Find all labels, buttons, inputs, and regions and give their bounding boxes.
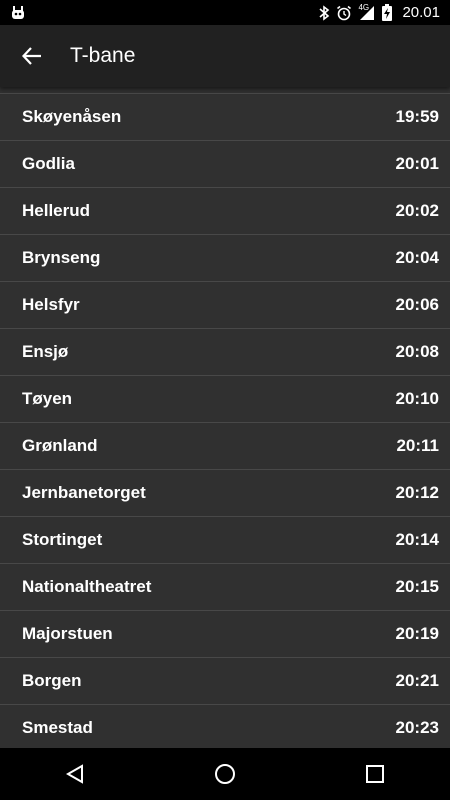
arrow-back-icon bbox=[21, 45, 43, 67]
stop-row[interactable]: Hellerud 20:02 bbox=[0, 188, 450, 235]
stop-name: Skøyenåsen bbox=[22, 107, 122, 126]
stop-name: Majorstuen bbox=[22, 624, 113, 643]
stop-row[interactable]: Godlia 20:01 bbox=[0, 141, 450, 188]
recents-square-icon bbox=[365, 764, 385, 784]
stop-name: Jernbanetorget bbox=[22, 483, 146, 502]
stop-time: 19:59 bbox=[395, 107, 439, 126]
stop-name: Smestad bbox=[22, 718, 93, 737]
stop-row[interactable]: Ensjø 20:08 bbox=[0, 329, 450, 376]
stop-name: Ensjø bbox=[22, 342, 69, 361]
screen: 4G 20.01 T-bane Oppsal19: bbox=[0, 0, 450, 800]
stop-time: 20:11 bbox=[396, 436, 439, 455]
bluetooth-icon bbox=[318, 4, 330, 21]
android-debug-icon bbox=[10, 5, 26, 21]
app-bar: T-bane bbox=[0, 25, 450, 87]
stop-row[interactable]: Brynseng 20:04 bbox=[0, 235, 450, 282]
stop-name: Nationaltheatret bbox=[22, 577, 152, 596]
stop-row[interactable]: Smestad 20:23 bbox=[0, 705, 450, 748]
network-type-label: 4G bbox=[358, 2, 370, 12]
back-triangle-icon bbox=[64, 763, 86, 785]
stop-row[interactable]: Jernbanetorget 20:12 bbox=[0, 470, 450, 517]
stop-row[interactable]: Oppsal19:58 bbox=[0, 87, 450, 94]
page-title: T-bane bbox=[70, 44, 136, 67]
nav-home-button[interactable] bbox=[185, 748, 265, 800]
signal-icon: 4G bbox=[358, 2, 376, 21]
stop-time: 20:15 bbox=[395, 577, 439, 596]
stop-time: 20:04 bbox=[395, 248, 439, 267]
stop-row[interactable]: Borgen 20:21 bbox=[0, 658, 450, 705]
stop-row[interactable]: Majorstuen 20:19 bbox=[0, 611, 450, 658]
stop-row[interactable]: Nationaltheatret 20:15 bbox=[0, 564, 450, 611]
stop-row[interactable]: Tøyen 20:10 bbox=[0, 376, 450, 423]
stop-row[interactable]: Skøyenåsen 19:59 bbox=[0, 94, 450, 141]
battery-charging-icon bbox=[382, 4, 393, 21]
stop-time: 20:01 bbox=[395, 154, 439, 173]
status-time: 20.01 bbox=[402, 4, 440, 21]
stop-time: 20:08 bbox=[395, 342, 439, 361]
stop-time: 20:14 bbox=[395, 530, 439, 549]
home-circle-icon bbox=[213, 762, 237, 786]
stop-name: Grønland bbox=[22, 436, 98, 455]
alarm-icon bbox=[336, 5, 352, 21]
nav-back-button[interactable] bbox=[35, 748, 115, 800]
stop-name: Brynseng bbox=[22, 248, 101, 267]
stop-time: 20:10 bbox=[395, 389, 439, 408]
stop-list-viewport[interactable]: Oppsal19:58 Skøyenåsen 19:59 Godlia 20:01 Hel… bbox=[0, 87, 450, 748]
stop-name: Godlia bbox=[22, 154, 75, 173]
stop-name: Helsfyr bbox=[22, 295, 80, 314]
stop-name: Hellerud bbox=[22, 201, 91, 220]
stop-time: 20:21 bbox=[395, 671, 439, 690]
stop-time: 20:06 bbox=[395, 295, 439, 314]
stop-name: Stortinget bbox=[22, 530, 103, 549]
status-bar: 4G 20.01 bbox=[0, 0, 450, 25]
stop-time: 20:02 bbox=[395, 201, 439, 220]
stop-name: Borgen bbox=[22, 671, 82, 690]
stop-name: Tøyen bbox=[22, 389, 73, 408]
stop-time: 20:19 bbox=[395, 624, 439, 643]
stop-time: 20:12 bbox=[395, 483, 439, 502]
stop-row[interactable]: Grønland 20:11 bbox=[0, 423, 450, 470]
stop-time: 20:23 bbox=[395, 718, 439, 737]
nav-recents-button[interactable] bbox=[335, 748, 415, 800]
stop-row[interactable]: Stortinget 20:14 bbox=[0, 517, 450, 564]
stop-list: Oppsal19:58 Skøyenåsen 19:59 Godlia 20:01 Hel… bbox=[0, 87, 450, 748]
back-button[interactable] bbox=[4, 28, 60, 84]
navigation-bar bbox=[0, 748, 450, 800]
stop-row[interactable]: Helsfyr 20:06 bbox=[0, 282, 450, 329]
